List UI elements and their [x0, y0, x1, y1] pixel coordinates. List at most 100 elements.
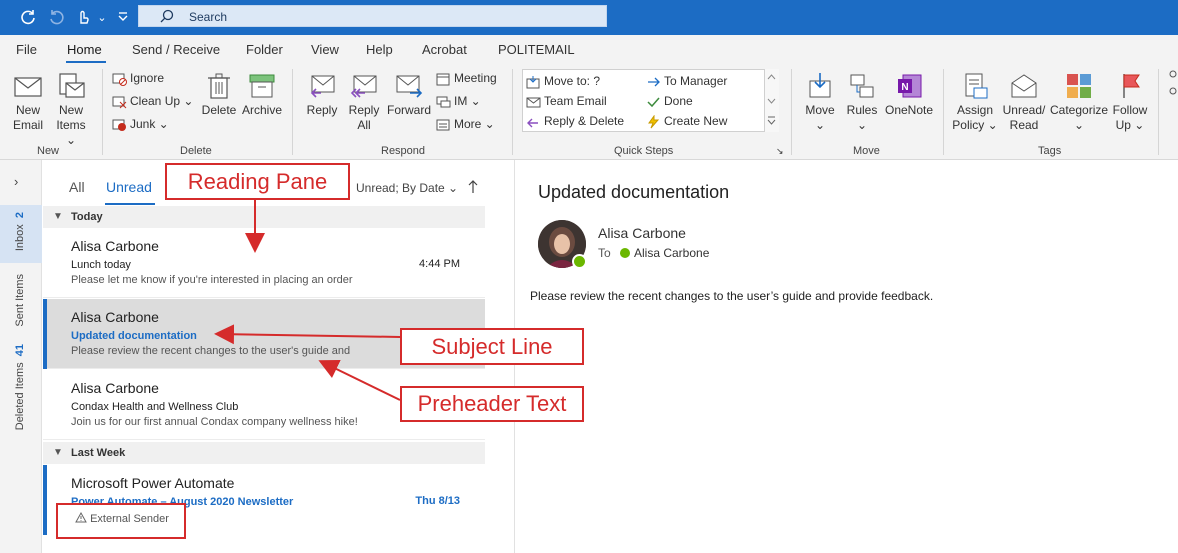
- junk-button[interactable]: Junk ⌄: [112, 115, 169, 133]
- move-label: Move: [805, 103, 835, 117]
- message-preview: Join us for our first annual Condax comp…: [71, 416, 358, 428]
- ignore-icon: [112, 73, 127, 86]
- tab-acrobat[interactable]: Acrobat: [422, 42, 467, 57]
- im-button[interactable]: IM ⌄: [436, 92, 481, 110]
- annotation-preheader-text: Preheader Text: [400, 386, 584, 422]
- lightning-icon: [648, 114, 660, 129]
- sort-direction-icon[interactable]: [468, 180, 478, 197]
- move-to-label: Move to: ?: [544, 74, 601, 88]
- move-icon: [809, 73, 831, 98]
- undo-icon[interactable]: [47, 8, 67, 28]
- new-email-button[interactable]: New Email: [8, 71, 48, 133]
- nav-deleted-label: Deleted Items: [14, 362, 26, 431]
- tab-file[interactable]: File: [16, 42, 37, 57]
- done-label: Done: [664, 94, 693, 108]
- recipient-presence-icon: [620, 248, 630, 258]
- filter-unread[interactable]: Unread: [106, 179, 152, 195]
- nav-sent-items[interactable]: Sent Items: [14, 274, 26, 327]
- group-separator: [943, 69, 944, 155]
- follow-up-button[interactable]: Follow Up ⌄: [1108, 71, 1152, 133]
- message-sender: Alisa Carbone: [71, 238, 159, 254]
- clean-up-button[interactable]: Clean Up ⌄: [112, 92, 193, 110]
- reply-all-button[interactable]: Reply All: [344, 71, 384, 133]
- unread-read-button[interactable]: Unread/ Read: [1000, 71, 1048, 133]
- tab-folder[interactable]: Folder: [246, 42, 283, 57]
- quick-step-team-email[interactable]: Team Email: [526, 92, 607, 110]
- nav-inbox-label: Inbox: [14, 224, 26, 252]
- junk-label: Junk ⌄: [130, 117, 169, 131]
- quick-step-to-manager[interactable]: To Manager: [646, 72, 727, 90]
- tab-home[interactable]: Home: [67, 42, 102, 57]
- expand-folder-pane-icon[interactable]: ›: [14, 174, 18, 189]
- move-button[interactable]: Move ⌄: [800, 71, 840, 133]
- new-items-button[interactable]: New Items ⌄: [50, 71, 92, 148]
- ignore-button[interactable]: Ignore: [112, 69, 164, 87]
- tab-politemail[interactable]: POLITEMAIL: [498, 42, 575, 57]
- categorize-dropdown: ⌄: [1073, 118, 1085, 132]
- new-email-label-2: Email: [12, 118, 43, 132]
- chat-icon: [436, 96, 451, 108]
- reply-all-icon: [350, 75, 377, 98]
- message-subject: Condax Health and Wellness Club: [71, 401, 239, 413]
- quick-steps-scrollbar[interactable]: [764, 69, 779, 132]
- checkmark-icon: [647, 97, 660, 107]
- group-separator: [292, 69, 293, 155]
- group-label-quick-steps: Quick Steps: [614, 145, 674, 157]
- group-separator: [102, 69, 103, 155]
- search-icon: [160, 9, 174, 23]
- junk-icon: [112, 119, 126, 131]
- tab-help[interactable]: Help: [366, 42, 393, 57]
- rules-button[interactable]: Rules ⌄: [842, 71, 882, 133]
- onenote-button[interactable]: N OneNote: [884, 71, 934, 118]
- reply-icon: [310, 75, 335, 98]
- nav-deleted-items[interactable]: Deleted Items 41: [14, 344, 26, 430]
- forward-button[interactable]: Forward: [386, 71, 432, 118]
- message-item[interactable]: Alisa Carbone Lunch today 4:44 PM Please…: [43, 228, 485, 298]
- message-preview: Please review the recent changes to the …: [71, 345, 351, 357]
- message-time: 4:44 PM: [419, 258, 460, 270]
- reply-button[interactable]: Reply: [302, 71, 342, 118]
- reply-all-label-2: All: [357, 118, 371, 132]
- categorize-button[interactable]: Categorize ⌄: [1050, 71, 1108, 133]
- nav-inbox[interactable]: Inbox 2: [14, 212, 26, 251]
- quick-steps-dialog-launcher[interactable]: ↘: [776, 145, 784, 157]
- forward-label: Forward: [386, 103, 431, 117]
- delete-button[interactable]: Delete: [200, 71, 238, 118]
- archive-icon: [249, 74, 275, 98]
- meeting-button[interactable]: Meeting: [436, 69, 497, 87]
- quick-step-reply-delete[interactable]: Reply & Delete: [526, 112, 624, 130]
- more-icon: [436, 119, 450, 131]
- people-icon[interactable]: [1166, 69, 1178, 95]
- reading-sender[interactable]: Alisa Carbone: [598, 225, 686, 241]
- reading-recipient[interactable]: Alisa Carbone: [634, 246, 709, 260]
- archive-button[interactable]: Archive: [240, 71, 284, 118]
- customize-toolbar-icon[interactable]: [113, 8, 133, 28]
- sort-dropdown[interactable]: Unread; By Date ⌄: [356, 181, 458, 195]
- nav-deleted-count: 41: [14, 344, 26, 357]
- unread-read-label-2: Read: [1009, 118, 1039, 132]
- quick-step-create-new[interactable]: Create New: [646, 112, 727, 130]
- quick-step-done[interactable]: Done: [646, 92, 693, 110]
- reply-delete-icon: [527, 118, 538, 128]
- group-label-new: New: [37, 145, 60, 157]
- flag-icon: [1123, 74, 1140, 98]
- group-header-last-week[interactable]: ▼ Last Week: [43, 442, 485, 464]
- chevron-down-icon[interactable]: ⌄: [92, 8, 112, 28]
- sync-icon[interactable]: [18, 8, 38, 28]
- search-input[interactable]: Search: [138, 5, 607, 27]
- group-header-today[interactable]: ▼ Today: [43, 206, 485, 228]
- more-button[interactable]: More ⌄: [436, 115, 495, 133]
- tab-send-receive[interactable]: Send / Receive: [132, 42, 220, 57]
- assign-policy-button[interactable]: Assign Policy ⌄: [952, 71, 998, 133]
- tab-view[interactable]: View: [311, 42, 339, 57]
- group-last-week-label: Last Week: [71, 447, 126, 459]
- quick-step-move-to[interactable]: Move to: ?: [526, 72, 600, 90]
- categorize-icon: [1067, 74, 1091, 98]
- team-email-label: Team Email: [544, 94, 607, 108]
- folder-pane-collapsed: › Inbox 2 Sent Items Deleted Items 41: [0, 160, 42, 553]
- move-dropdown: ⌄: [814, 118, 826, 132]
- annotation-external-sender-highlight: [56, 503, 186, 539]
- filter-all[interactable]: All: [69, 179, 85, 195]
- touch-mode-icon[interactable]: [73, 8, 93, 28]
- message-sender: Microsoft Power Automate: [71, 475, 235, 491]
